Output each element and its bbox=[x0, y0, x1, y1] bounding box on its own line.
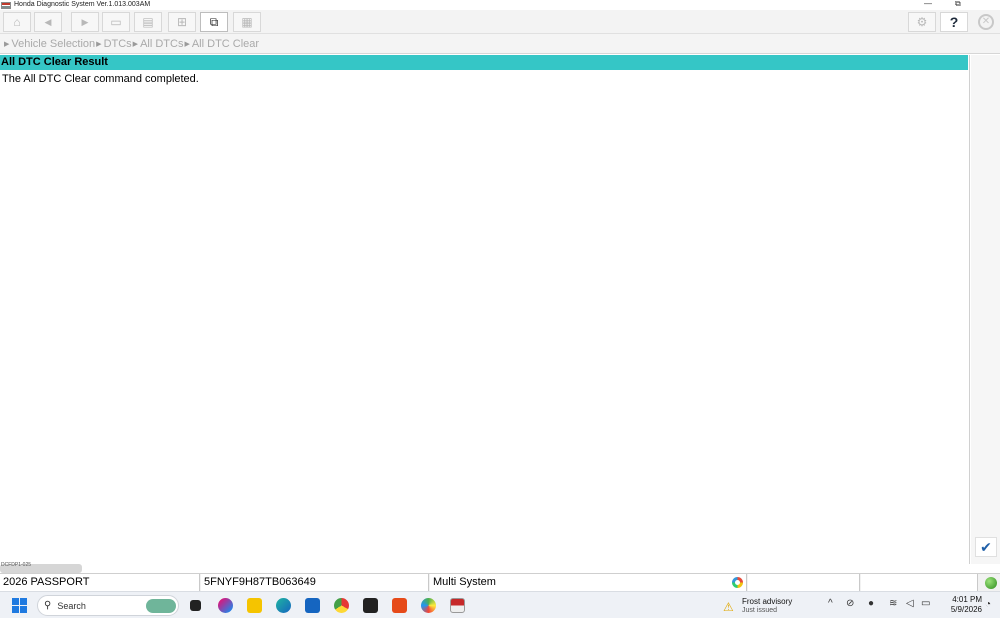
app-s-button[interactable] bbox=[390, 596, 408, 614]
windows-logo-icon bbox=[11, 597, 27, 613]
terminal-icon bbox=[362, 597, 378, 613]
restore-button[interactable]: ⧉ bbox=[955, 0, 961, 8]
loading-ring-icon bbox=[732, 577, 743, 588]
save-screen-icon: ⊞ bbox=[176, 15, 188, 29]
wifi-icon[interactable]: ≋ bbox=[889, 598, 897, 609]
home-button[interactable]: ⌂ bbox=[3, 12, 31, 32]
store-button[interactable] bbox=[303, 596, 321, 614]
system-field: Multi System bbox=[430, 574, 747, 591]
start-button[interactable] bbox=[10, 596, 28, 614]
hds-app-icon bbox=[449, 597, 465, 613]
breadcrumb-all-dtc-clear: All DTC Clear bbox=[191, 37, 260, 50]
save-screen-button[interactable]: ⊞ bbox=[168, 12, 196, 32]
folder-icon: ▭ bbox=[110, 15, 122, 29]
warning-icon: ⚠ bbox=[723, 600, 734, 614]
copilot-icon bbox=[217, 597, 233, 613]
notification-bell-icon[interactable]: ◔ bbox=[985, 599, 991, 610]
network-off-icon[interactable]: ⊘ bbox=[846, 598, 854, 609]
chevron-right-icon: ▶ bbox=[4, 40, 10, 48]
clock-time: 4:01 PM bbox=[952, 595, 982, 604]
clock-date: 5/9/2026 bbox=[950, 605, 982, 614]
terminal-button[interactable] bbox=[361, 596, 379, 614]
result-message: The All DTC Clear command completed. bbox=[2, 73, 199, 85]
title-bar: Honda Diagnostic System Ver.1.013.003AM … bbox=[0, 0, 1000, 10]
edge-icon bbox=[275, 597, 291, 613]
folder-button[interactable]: ▭ bbox=[102, 12, 130, 32]
status-cell-empty-1 bbox=[748, 574, 860, 591]
edge-button[interactable] bbox=[274, 596, 292, 614]
window-snapshot-icon: ⧉ bbox=[209, 14, 219, 29]
status-cell-empty-2 bbox=[861, 574, 978, 591]
forward-button[interactable]: ▶ bbox=[71, 12, 99, 32]
help-icon: ? bbox=[949, 14, 959, 30]
breadcrumb: ▶ Vehicle Selection ▶ DTCs ▶ All DTCs ▶ … bbox=[0, 34, 1000, 54]
screen-code: DCFDP1-025 bbox=[1, 562, 32, 568]
checkmark-icon: ✔ bbox=[980, 538, 992, 555]
window-snapshot-button[interactable]: ⧉ bbox=[200, 12, 228, 32]
home-icon: ⌂ bbox=[13, 15, 21, 29]
system-clock[interactable]: 4:01 PM 5/9/2026 bbox=[940, 595, 982, 615]
weather-title: Frost advisory bbox=[742, 597, 793, 606]
copilot-button[interactable] bbox=[216, 596, 234, 614]
file-explorer-button[interactable] bbox=[245, 596, 263, 614]
task-view-button[interactable] bbox=[186, 596, 204, 614]
battery-icon[interactable]: ▭ bbox=[921, 598, 930, 609]
breadcrumb-dtcs[interactable]: DTCs bbox=[104, 38, 132, 50]
app-s-icon bbox=[391, 597, 407, 613]
report-button[interactable]: ▦ bbox=[233, 12, 261, 32]
report-icon: ▦ bbox=[241, 15, 253, 29]
vin-field: 5FNYF9H87TB063649 bbox=[201, 574, 429, 591]
app-logo-icon bbox=[1, 1, 11, 9]
connection-status-icon bbox=[985, 577, 997, 589]
task-view-icon bbox=[189, 599, 201, 611]
back-button[interactable]: ◀ bbox=[34, 12, 62, 32]
vehicle-model: 2026 PASSPORT bbox=[0, 574, 200, 591]
app-window: { "window": { "title": "Honda Diagnostic… bbox=[0, 0, 1000, 618]
show-hidden-icons-chevron-icon[interactable]: ^ bbox=[828, 598, 833, 609]
gear-icon: ⚙ bbox=[916, 15, 928, 29]
exit-button[interactable]: ✕ bbox=[972, 12, 1000, 32]
forward-arrow-icon: ▶ bbox=[81, 16, 89, 27]
result-header: All DTC Clear Result bbox=[0, 55, 968, 70]
weather-subtitle: Just issued bbox=[742, 607, 778, 614]
status-bar: 2026 PASSPORT 5FNYF9H87TB063649 Multi Sy… bbox=[0, 573, 1000, 591]
microphone-icon[interactable]: ● bbox=[868, 598, 874, 609]
chevron-right-icon: ▶ bbox=[132, 40, 139, 48]
chevron-right-icon: ▶ bbox=[184, 40, 190, 48]
folder-icon bbox=[246, 597, 262, 613]
search-placeholder: Search bbox=[57, 600, 86, 611]
volume-icon[interactable]: ◁ bbox=[906, 598, 914, 609]
toolbar: ⌂ ◀ ▶ ▭ ▤ ⊞ ⧉ ▦ ⚙ ? ✕ bbox=[0, 10, 1000, 34]
chrome-button[interactable] bbox=[332, 596, 350, 614]
window-title: Honda Diagnostic System Ver.1.013.003AM bbox=[14, 1, 151, 8]
chrome-icon bbox=[333, 597, 349, 613]
close-icon: ✕ bbox=[978, 14, 994, 30]
chevron-right-icon: ▶ bbox=[96, 40, 102, 48]
minimize-button[interactable]: — bbox=[924, 0, 932, 8]
print-button[interactable]: ▤ bbox=[134, 12, 162, 32]
breadcrumb-all-dtcs[interactable]: All DTCs bbox=[140, 38, 183, 50]
colorful-app-button[interactable] bbox=[419, 596, 437, 614]
taskbar-search[interactable]: ⚲ Search bbox=[37, 595, 179, 616]
search-icon: ⚲ bbox=[44, 600, 52, 611]
print-icon: ▤ bbox=[142, 15, 154, 29]
os-taskbar: ⚲ Search ⚠ Frost advisory Just issued ^ … bbox=[0, 591, 1000, 618]
colorful-app-icon bbox=[420, 597, 436, 613]
settings-button[interactable]: ⚙ bbox=[908, 12, 936, 32]
confirm-button[interactable]: ✔ bbox=[975, 537, 997, 557]
search-highlight-icon bbox=[146, 599, 176, 613]
breadcrumb-vehicle-selection[interactable]: Vehicle Selection bbox=[11, 38, 95, 50]
result-panel: All DTC Clear Result The All DTC Clear c… bbox=[0, 55, 970, 564]
back-arrow-icon: ◀ bbox=[44, 16, 52, 27]
weather-notification[interactable]: ⚠ Frost advisory Just issued bbox=[720, 596, 810, 616]
honda-hds-button[interactable] bbox=[448, 596, 466, 614]
side-action-strip bbox=[971, 55, 1000, 564]
help-button[interactable]: ? bbox=[940, 12, 968, 32]
store-icon bbox=[304, 597, 320, 613]
